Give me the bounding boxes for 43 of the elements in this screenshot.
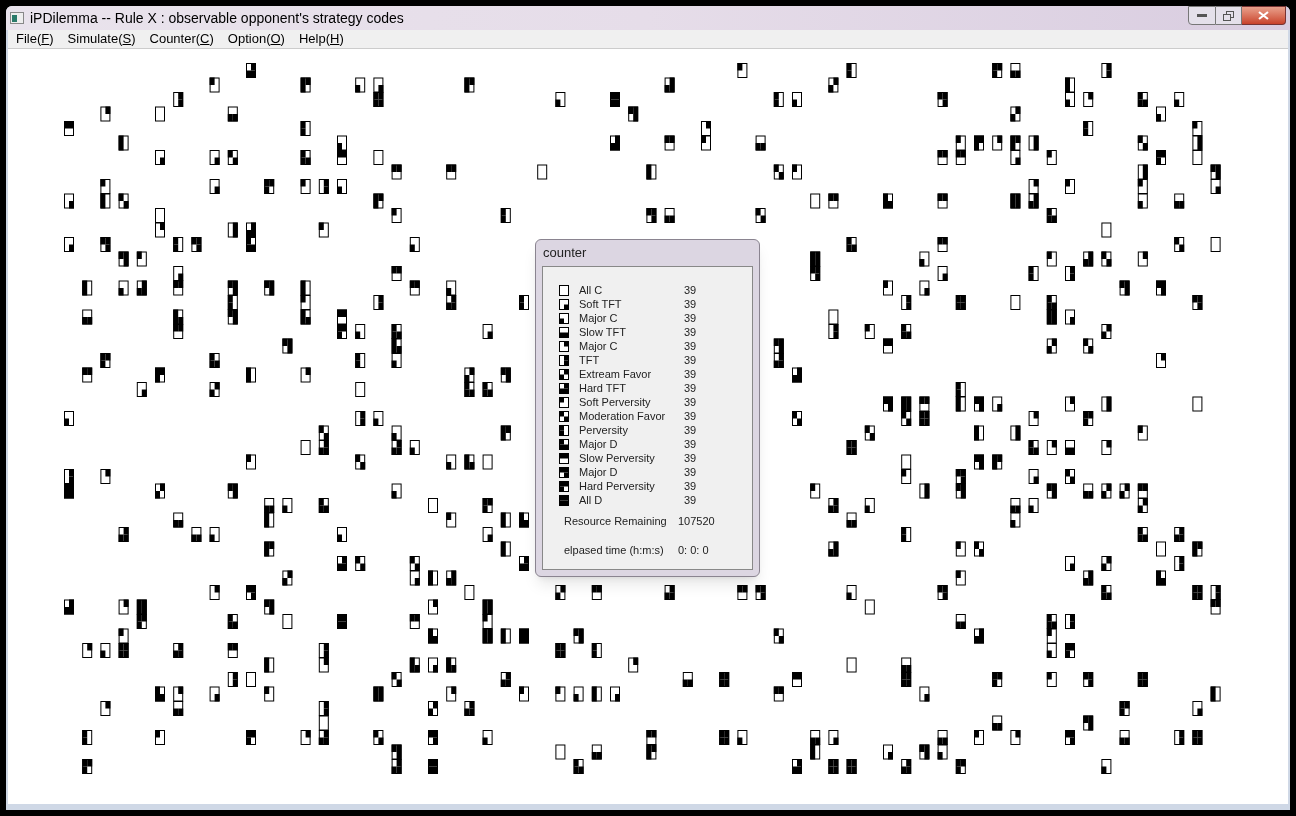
strategy-name: Slow TFT <box>579 324 627 340</box>
strategy-count: 39 <box>684 492 697 508</box>
elapsed-value: 0: 0: 0 <box>678 542 709 558</box>
strategy-count: 39 <box>684 366 697 382</box>
strategy-count: 39 <box>684 282 697 298</box>
strategy-count: 39 <box>684 450 697 466</box>
strategy-name: Moderation Favor <box>579 408 667 424</box>
menu-item[interactable]: Help(H) <box>298 29 344 49</box>
resource-label: Resource Remaining <box>564 514 668 529</box>
menu-item[interactable]: Simulate(S) <box>67 29 136 49</box>
strategy-count: 39 <box>684 464 697 480</box>
strategy-name: Major C <box>579 310 619 326</box>
elapsed-label: elpased time (h:m:s) <box>564 542 665 558</box>
strategy-count: 39 <box>684 422 697 438</box>
strategy-name: Major D <box>579 464 619 480</box>
strategy-name: All C <box>579 282 604 298</box>
strategy-name: Soft Perversity <box>579 394 652 410</box>
menu-item[interactable]: Option(O) <box>227 29 285 49</box>
strategy-name: All D <box>579 492 604 508</box>
window-title: iPDilemma -- Rule X : observable opponent's strategy codes <box>30 8 404 28</box>
strategy-name: Major C <box>579 338 619 354</box>
strategy-count: 39 <box>684 380 697 396</box>
strategy-name: Hard Perversity <box>579 478 656 494</box>
strategy-name: Slow Perversity <box>579 450 656 466</box>
strategy-name: Hard TFT <box>579 380 627 396</box>
strategy-count: 39 <box>684 324 697 340</box>
dialog-title: counter <box>542 244 588 262</box>
menu-item[interactable]: File(F) <box>16 29 54 49</box>
strategy-name: Major D <box>579 436 619 452</box>
strategy-count: 39 <box>684 478 697 494</box>
menu-item[interactable]: Counter(C) <box>149 29 214 49</box>
strategy-name: TFT <box>579 352 601 368</box>
strategy-count: 39 <box>684 296 697 312</box>
strategy-count: 39 <box>684 310 697 326</box>
strategy-count: 39 <box>684 436 697 452</box>
strategy-count: 39 <box>684 352 697 368</box>
strategy-name: Soft TFT <box>579 296 623 312</box>
strategy-name: Extream Favor <box>579 366 653 382</box>
strategy-count: 39 <box>684 338 697 354</box>
strategy-count: 39 <box>684 394 697 410</box>
resource-value: 107520 <box>678 514 715 529</box>
strategy-count: 39 <box>684 408 697 424</box>
strategy-name: Perversity <box>579 422 629 438</box>
